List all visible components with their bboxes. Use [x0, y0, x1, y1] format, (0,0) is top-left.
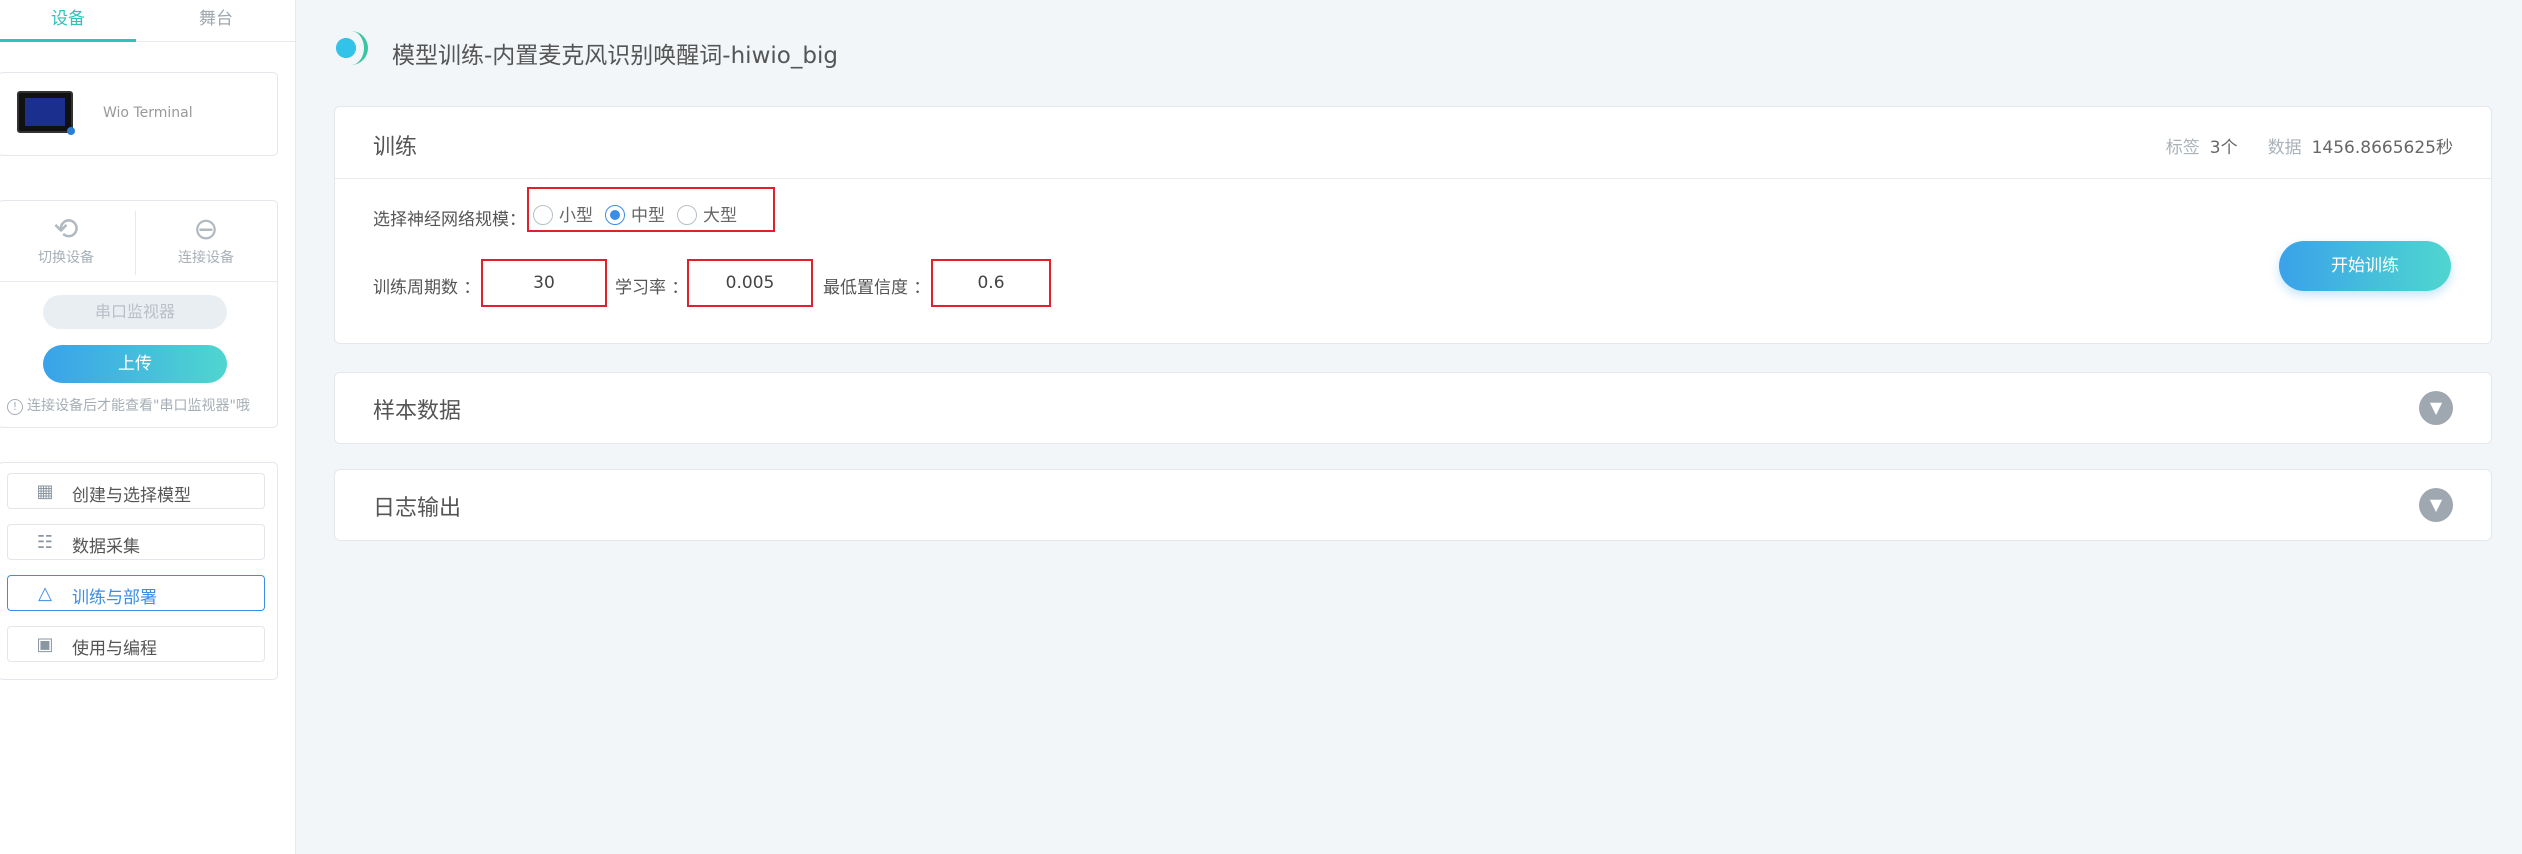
learning-rate-field-box — [687, 259, 813, 307]
log-output-title: 日志输出 — [373, 496, 462, 521]
nav-item-train-deploy[interactable]: △ 训练与部署 — [7, 575, 265, 611]
device-name: Wio Terminal — [103, 105, 193, 121]
connect-device-label: 连接设备 — [178, 250, 234, 266]
data-list-icon: ☷ — [36, 532, 54, 553]
workflow-nav: ▦ 创建与选择模型 ☷ 数据采集 △ 训练与部署 ▣ 使用与编程 — [0, 462, 278, 680]
nav-item-label: 使用与编程 — [72, 639, 157, 659]
hint-text: 连接设备后才能查看"串口监视器"哦 — [27, 398, 250, 414]
tab-device[interactable]: 设备 — [0, 0, 136, 42]
network-size-radio-group: 小型 中型 大型 — [527, 187, 775, 232]
train-meta: 标签 3个 数据 1456.8665625秒 — [2166, 133, 2453, 158]
nav-item-label: 数据采集 — [72, 537, 140, 557]
log-output-panel[interactable]: 日志输出 ▼ — [334, 469, 2492, 541]
wio-terminal-image — [17, 91, 75, 135]
divider — [135, 211, 136, 275]
sidebar: 设备 舞台 Wio Terminal ⟲ 切换设备 ⊖ 连接设备 串口监视器 上… — [0, 0, 296, 854]
sample-data-panel[interactable]: 样本数据 ▼ — [334, 372, 2492, 444]
upload-button[interactable]: 上传 — [43, 345, 227, 383]
nav-item-use-program[interactable]: ▣ 使用与编程 — [7, 626, 265, 662]
nav-item-label: 创建与选择模型 — [72, 486, 191, 506]
grid-plus-icon: ▦ — [36, 481, 54, 502]
nav-item-label: 训练与部署 — [72, 588, 157, 608]
device-card[interactable]: Wio Terminal — [0, 72, 278, 156]
divider — [0, 281, 277, 282]
app-logo-icon — [334, 31, 368, 65]
confidence-input[interactable] — [939, 266, 1043, 300]
radio-circle-icon — [677, 205, 697, 225]
train-panel-title: 训练 — [373, 135, 418, 160]
serial-monitor-button[interactable]: 串口监视器 — [43, 295, 227, 329]
radio-small-label: 小型 — [559, 206, 593, 226]
page-title: 模型训练-内置麦克风识别唤醒词-hiwio_big — [392, 43, 838, 69]
connect-device-button[interactable]: ⊖ 连接设备 — [141, 213, 271, 271]
code-window-icon: ▣ — [36, 634, 54, 655]
radio-large[interactable]: 大型 — [677, 201, 737, 226]
data-value: 1456.8665625秒 — [2311, 138, 2453, 158]
learning-rate-input[interactable] — [695, 266, 805, 300]
tab-stage[interactable]: 舞台 — [136, 0, 296, 42]
sample-data-title: 样本数据 — [373, 399, 462, 424]
learning-rate-label: 学习率 ： — [615, 278, 689, 298]
switch-device-label: 切换设备 — [38, 250, 94, 266]
link-icon: ⊖ — [193, 212, 219, 247]
connect-hint: ! 连接设备后才能查看"串口监视器"哦 — [7, 395, 250, 415]
train-panel: 训练 标签 3个 数据 1456.8665625秒 选择神经网络规模： 小型 中型 大… — [334, 106, 2492, 344]
radio-selected-icon — [605, 205, 625, 225]
epochs-field-box — [481, 259, 607, 307]
radio-medium[interactable]: 中型 — [605, 201, 665, 226]
epochs-input[interactable] — [489, 266, 599, 300]
data-label: 数据 — [2267, 138, 2302, 158]
epochs-label: 训练周期数 ： — [373, 278, 481, 298]
radio-circle-icon — [533, 205, 553, 225]
nav-item-data-collection[interactable]: ☷ 数据采集 — [7, 524, 265, 560]
confidence-label: 最低置信度 ： — [823, 278, 931, 298]
train-panel-header: 训练 标签 3个 数据 1456.8665625秒 — [335, 107, 2491, 179]
chevron-down-icon[interactable]: ▼ — [2419, 488, 2453, 522]
tags-label: 标签 — [2165, 138, 2200, 158]
radio-small[interactable]: 小型 — [533, 201, 593, 226]
network-size-label: 选择神经网络规模： — [373, 210, 526, 230]
switch-device-button[interactable]: ⟲ 切换设备 — [1, 213, 131, 271]
radio-large-label: 大型 — [703, 206, 737, 226]
info-icon: ! — [7, 399, 23, 415]
tags-value: 3个 — [2209, 138, 2238, 158]
confidence-field-box — [931, 259, 1051, 307]
switch-arrows-icon: ⟲ — [53, 212, 79, 247]
nav-item-create-model[interactable]: ▦ 创建与选择模型 — [7, 473, 265, 509]
chevron-down-icon[interactable]: ▼ — [2419, 391, 2453, 425]
network-nodes-icon: △ — [38, 583, 52, 604]
radio-medium-label: 中型 — [631, 206, 665, 226]
start-training-button[interactable]: 开始训练 — [2279, 241, 2451, 291]
device-controls-card: ⟲ 切换设备 ⊖ 连接设备 串口监视器 上传 ! 连接设备后才能查看"串口监视器"… — [0, 200, 278, 428]
sidebar-tabs: 设备 舞台 — [0, 0, 296, 42]
